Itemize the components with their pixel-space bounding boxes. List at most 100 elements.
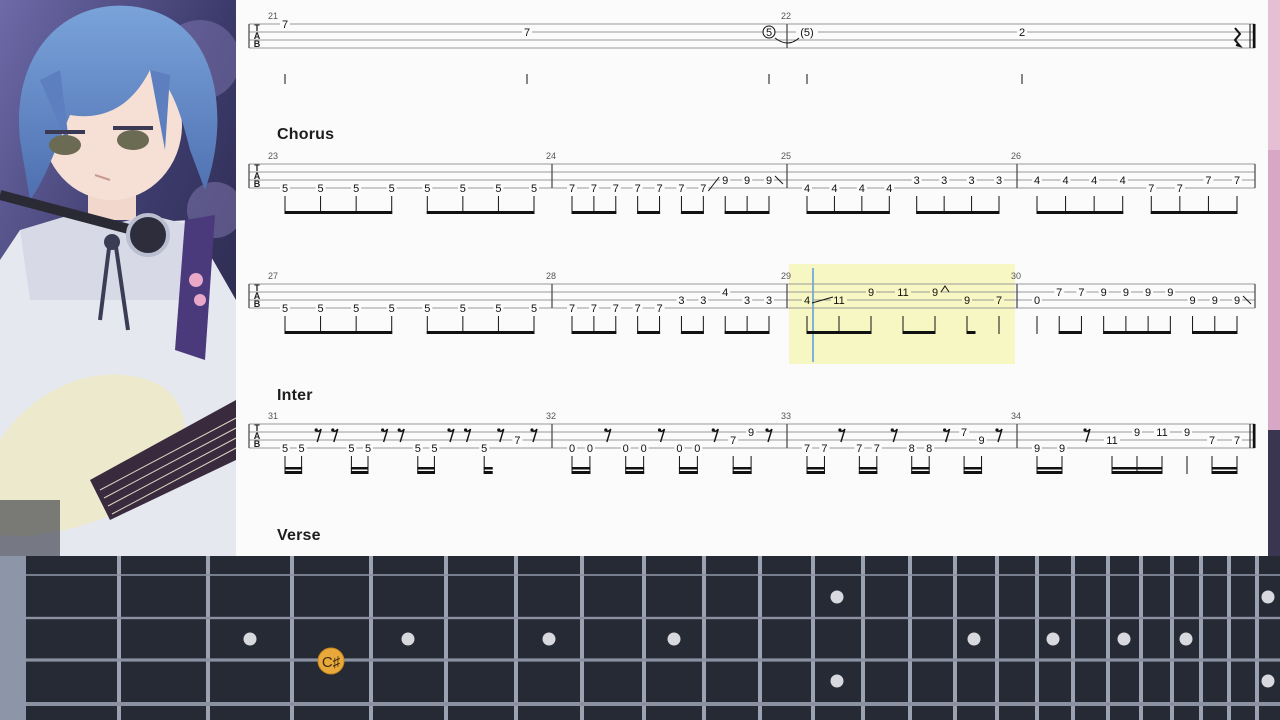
- bass-string: [26, 574, 1280, 576]
- fret-number: 5: [389, 183, 395, 195]
- fret-number: 11: [833, 295, 844, 307]
- fret-number: 9: [722, 175, 728, 187]
- fret-number: 3: [744, 295, 750, 307]
- beam: [417, 471, 435, 474]
- fret-wire: [861, 556, 865, 720]
- fret-number: 5: [318, 183, 324, 195]
- fret-wire: [206, 556, 210, 720]
- fret-number: 3: [941, 175, 947, 187]
- fret-number: (5): [800, 27, 813, 39]
- fret-number: 4: [859, 183, 865, 195]
- fret-wire: [1071, 556, 1075, 720]
- beam: [637, 331, 661, 334]
- beam-secondary: [571, 467, 591, 470]
- fret-number: 9: [1034, 443, 1040, 455]
- fret-number: 7: [656, 183, 662, 195]
- fret-number: 7: [613, 303, 619, 315]
- eighth-rest-dot: [530, 428, 534, 432]
- fret-number: 7: [656, 303, 662, 315]
- beam: [732, 471, 752, 474]
- fret-number: 9: [1145, 287, 1151, 299]
- tab-clef: TAB: [254, 423, 261, 449]
- beam-secondary: [1111, 467, 1163, 470]
- beam: [1036, 471, 1063, 474]
- fretboard: C♯: [0, 556, 1280, 720]
- tab-clef-letter: B: [254, 39, 261, 49]
- beam: [1211, 471, 1238, 474]
- fret-inlay-dot: [667, 632, 681, 646]
- fret-number: 4: [722, 287, 728, 299]
- fret-number: 9: [932, 287, 938, 299]
- fret-number: 3: [766, 295, 772, 307]
- beam: [966, 331, 976, 334]
- fret-number: 3: [678, 295, 684, 307]
- fret-number: 5: [460, 303, 466, 315]
- fret-wire: [1035, 556, 1039, 720]
- artwork-left: [0, 0, 236, 556]
- fret-number: 5: [766, 27, 772, 39]
- tab-row: TAB 27 5 5 5 5 5 5 5 5 28 7 7 7 7 7 3 3 4 3 3 29 4 11 9 11 9 9 7 30 0 7…: [248, 271, 1256, 334]
- beam: [571, 211, 617, 214]
- beam: [806, 471, 825, 474]
- fret-inlay-dot: [1179, 632, 1193, 646]
- fret-number: 7: [569, 183, 575, 195]
- fret-number: 7: [1056, 287, 1062, 299]
- fret-number: 7: [874, 443, 880, 455]
- measure-number: 32: [546, 411, 556, 421]
- beam: [678, 471, 698, 474]
- fret-number: 5: [495, 183, 501, 195]
- fret-wire: [1199, 556, 1203, 720]
- fret-number: 4: [804, 295, 810, 307]
- fret-number: 0: [623, 443, 629, 455]
- fret-number: 5: [495, 303, 501, 315]
- fret-wire: [1255, 556, 1259, 720]
- active-note-marker: C♯: [317, 647, 345, 675]
- fret-number: 9: [1059, 443, 1065, 455]
- fret-number: 11: [897, 287, 908, 299]
- fret-number: 7: [524, 27, 530, 39]
- measure-number: 33: [781, 411, 791, 421]
- fret-number: 4: [1034, 175, 1040, 187]
- measure-number: 24: [546, 151, 556, 161]
- fret-number: 7: [591, 303, 597, 315]
- fret-number: 2: [1019, 27, 1025, 39]
- beam: [724, 211, 770, 214]
- fret-number: 7: [282, 19, 288, 31]
- measure-number: 28: [546, 271, 556, 281]
- beam: [426, 331, 535, 334]
- measure-number: 23: [268, 151, 278, 161]
- section-label-verse: Verse: [277, 527, 321, 544]
- beam: [902, 331, 936, 334]
- tablature: TAB2177 522(5) 2TAB235 5 5 5 5 5 5 5247 7 7 7 7 7 79 9 92…: [248, 11, 1256, 474]
- fret-number: 9: [1234, 295, 1240, 307]
- fret-number: 5: [460, 183, 466, 195]
- fret-number: 5: [389, 303, 395, 315]
- fret-number: 3: [914, 175, 920, 187]
- fret-number: 5: [531, 303, 537, 315]
- fret-number: 5: [424, 303, 430, 315]
- fret-number: 4: [831, 183, 837, 195]
- fret-inlay-dot: [401, 632, 415, 646]
- measure-number: 25: [781, 151, 791, 161]
- fret-wire: [117, 556, 121, 720]
- beam: [963, 471, 983, 474]
- fret-number: 7: [569, 303, 575, 315]
- beam: [1192, 331, 1238, 334]
- fret-number: 5: [431, 443, 437, 455]
- fret-number: 4: [886, 183, 892, 195]
- fret-wire: [369, 556, 373, 720]
- fret-wire: [642, 556, 646, 720]
- fret-number: 7: [1234, 435, 1240, 447]
- fret-number: 9: [1123, 287, 1129, 299]
- eighth-rest-dot: [604, 428, 608, 432]
- measure-number: 26: [1011, 151, 1021, 161]
- beam: [1150, 211, 1238, 214]
- fret-number: 5: [348, 443, 354, 455]
- fret-number: 7: [821, 443, 827, 455]
- beam: [806, 211, 890, 214]
- eighth-rest-dot: [331, 428, 335, 432]
- beam-secondary: [1211, 467, 1238, 470]
- fret-number: 9: [978, 435, 984, 447]
- fret-number: 5: [353, 183, 359, 195]
- beam-secondary: [678, 467, 698, 470]
